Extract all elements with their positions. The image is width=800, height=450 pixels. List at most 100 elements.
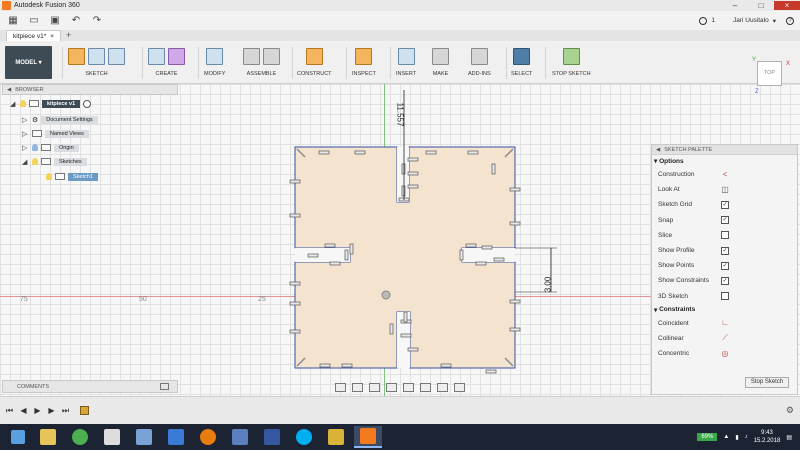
taskbar-app[interactable] — [226, 426, 254, 448]
collapse-arrow-icon[interactable]: ◀ — [7, 87, 11, 93]
notifications-icon[interactable]: ▤ — [786, 434, 792, 441]
look-at-icon[interactable] — [351, 383, 363, 392]
step-forward-icon[interactable]: ▶ — [47, 406, 56, 415]
checkbox[interactable] — [721, 231, 729, 240]
battery-indicator[interactable]: 69% — [697, 433, 718, 441]
taskbar-app[interactable] — [162, 426, 190, 448]
palette-option-label: Slice — [658, 231, 673, 239]
tree-item-sketch1[interactable]: Sketch1 — [46, 171, 98, 182]
component-icon — [29, 100, 39, 107]
right-dimension-value[interactable]: 3.00 — [543, 277, 552, 293]
go-to-start-icon[interactable]: ⏮ — [5, 406, 14, 416]
visibility-bulb-icon[interactable] — [46, 173, 52, 180]
tree-item-sketches[interactable]: ◢ Sketches — [22, 156, 87, 167]
tree-item-root[interactable]: ◢ kitpiece v1 — [10, 98, 92, 109]
construction-icon[interactable]: < — [721, 170, 729, 179]
palette-option-row[interactable]: Show Points ✓ — [652, 258, 797, 273]
expand-arrow-icon[interactable]: ▷ — [22, 130, 29, 138]
stop-sketch-button[interactable]: Stop Sketch — [745, 377, 789, 388]
tray-chevron-icon[interactable]: ▲ — [723, 434, 729, 440]
expand-arrow-icon[interactable]: ▷ — [22, 116, 29, 124]
folder-icon — [41, 144, 51, 151]
palette-option-row[interactable]: Construction < — [652, 167, 797, 182]
tree-item-named-views[interactable]: ▷ Named Views — [22, 128, 89, 139]
checkbox[interactable]: ✓ — [721, 261, 729, 270]
play-icon[interactable]: ▶ — [33, 406, 42, 415]
palette-option-row[interactable]: 3D Sketch — [652, 289, 797, 304]
options-section-header[interactable]: ▾ Options — [652, 155, 797, 167]
palette-option-label: Sketch Grid — [658, 201, 692, 209]
go-to-end-icon[interactable]: ⏭ — [61, 406, 70, 416]
zoom-icon[interactable] — [385, 383, 397, 392]
palette-option-row[interactable]: Sketch Grid ✓ — [652, 197, 797, 212]
comments-toggle-icon[interactable] — [160, 383, 169, 390]
taskbar-blender[interactable] — [194, 426, 222, 448]
palette-option-row[interactable]: Look At ◫ — [652, 182, 797, 197]
constraint-concentric[interactable]: Concentric ◎ — [652, 346, 797, 361]
orbit-icon[interactable] — [334, 383, 346, 392]
taskbar-skype[interactable] — [290, 426, 318, 448]
coincident-icon[interactable]: ∟ — [721, 319, 729, 327]
visibility-bulb-icon[interactable] — [32, 144, 38, 151]
step-back-icon[interactable]: ◀ — [19, 406, 28, 415]
display-settings-icon[interactable] — [419, 383, 431, 392]
palette-option-label: Construction — [658, 171, 695, 179]
volume-icon[interactable]: ♪ — [745, 434, 748, 440]
activate-radio-icon[interactable] — [83, 99, 92, 108]
zoom-window-icon[interactable] — [402, 383, 414, 392]
visibility-bulb-icon[interactable] — [32, 158, 38, 165]
palette-option-row[interactable]: Show Constraints ✓ — [652, 273, 797, 288]
palette-option-row[interactable]: Snap ✓ — [652, 213, 797, 228]
checkbox[interactable]: ✓ — [721, 200, 729, 209]
constraint-label: Concentric — [658, 350, 690, 358]
tree-item-origin[interactable]: ▷ Origin — [22, 142, 79, 153]
collinear-icon[interactable]: ⟋ — [721, 334, 729, 342]
network-icon[interactable]: ▮ — [735, 434, 738, 441]
concentric-icon[interactable]: ◎ — [721, 349, 729, 358]
expand-arrow-icon[interactable]: ◢ — [10, 100, 17, 108]
timeline-sketch-feature[interactable] — [80, 406, 89, 415]
tree-item-document-settings[interactable]: ▷ ⚙ Document Settings — [22, 114, 98, 125]
windows-taskbar: 69% ▲ ▮ ♪ 9:43 15.2.2018 ▤ — [0, 424, 800, 450]
constraints-section-header[interactable]: ▾ Constraints — [652, 304, 797, 316]
palette-option-label: Show Profile — [658, 247, 695, 255]
constraint-coincident[interactable]: Coincident ∟ — [652, 316, 797, 331]
constraint-collinear[interactable]: Collinear ⟋ — [652, 331, 797, 346]
checkbox[interactable]: ✓ — [721, 276, 729, 285]
constraint-label: Collinear — [658, 334, 684, 342]
vertical-dimension-value[interactable]: 11.557 — [395, 103, 404, 127]
palette-option-row[interactable]: Show Profile ✓ — [652, 243, 797, 258]
folder-icon — [32, 130, 42, 137]
palette-option-row[interactable]: Slice — [652, 228, 797, 243]
viewcube[interactable]: TOP — [757, 61, 782, 86]
grid-settings-icon[interactable] — [436, 383, 448, 392]
windows-logo-icon — [11, 430, 25, 444]
checkbox[interactable] — [721, 292, 729, 301]
taskbar-chrome[interactable] — [66, 426, 94, 448]
browser-header[interactable]: ◀ BROWSER — [2, 84, 178, 95]
expand-arrow-icon[interactable]: ◢ — [22, 158, 29, 166]
taskbar-app[interactable] — [322, 426, 350, 448]
taskbar-fusion360[interactable] — [354, 426, 382, 448]
taskbar-explorer[interactable] — [34, 426, 62, 448]
taskbar-unity[interactable] — [98, 426, 126, 448]
start-button[interactable] — [6, 427, 30, 447]
comments-panel[interactable]: COMMENTS — [2, 380, 178, 393]
pan-hand-icon[interactable] — [368, 383, 380, 392]
look-at-icon[interactable]: ◫ — [721, 185, 729, 194]
taskbar-app[interactable] — [130, 426, 158, 448]
folder-icon — [40, 429, 56, 445]
expand-arrow-icon[interactable]: ▷ — [22, 144, 29, 152]
system-clock[interactable]: 9:43 15.2.2018 — [754, 429, 781, 445]
taskbar-app[interactable] — [258, 426, 286, 448]
viewports-icon[interactable] — [453, 383, 465, 392]
palette-header[interactable]: ◀ SKETCH PALETTE — [652, 145, 797, 155]
collapse-arrow-icon[interactable]: ◀ — [656, 147, 660, 153]
palette-title: SKETCH PALETTE — [664, 146, 713, 153]
chrome-icon — [72, 429, 88, 445]
checkbox[interactable]: ✓ — [721, 216, 729, 225]
checkbox[interactable]: ✓ — [721, 246, 729, 255]
visibility-bulb-icon[interactable] — [20, 100, 26, 107]
app-icon — [136, 429, 152, 445]
timeline-settings-gear-icon[interactable]: ⚙ — [786, 405, 794, 416]
